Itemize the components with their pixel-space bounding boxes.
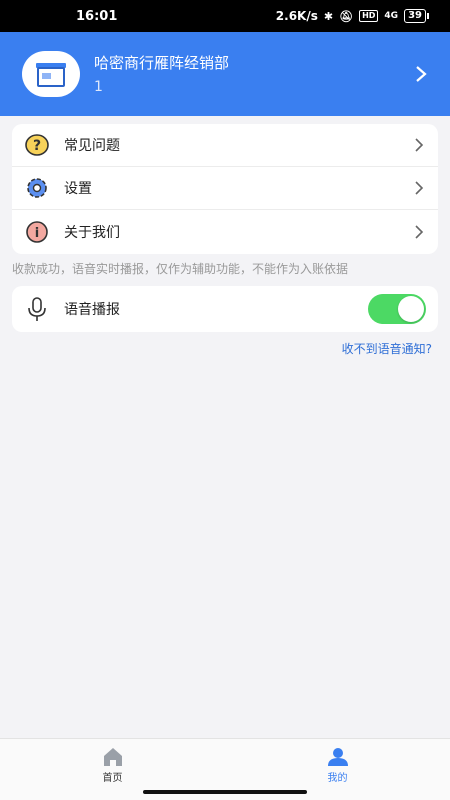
voice-broadcast-label: 语音播报 [64, 302, 120, 318]
profile-header[interactable]: 哈密商行雁阵经销部 1 [0, 32, 450, 116]
info-icon: i [24, 219, 50, 245]
voice-broadcast-card: 语音播报 [12, 286, 438, 332]
menu-item-settings[interactable]: 设置 [12, 167, 438, 210]
store-icon [36, 63, 66, 87]
voice-broadcast-toggle[interactable] [368, 294, 426, 324]
status-bar: 16:01 2.6K/s ✱ 🔕︎ HD 4G 39 [0, 0, 450, 32]
store-name: 哈密商行雁阵经销部 [94, 54, 230, 72]
net-speed: 2.6K/s [275, 9, 318, 23]
user-icon [327, 748, 348, 766]
store-account: 1 [94, 79, 104, 95]
chevron-right-icon[interactable] [414, 65, 428, 83]
svg-text:?: ? [33, 138, 41, 154]
nav-label: 首页 [102, 773, 123, 784]
home-indicator [143, 790, 307, 794]
question-icon: ? [24, 132, 50, 158]
toggle-knob [398, 296, 424, 322]
menu-item-label: 关于我们 [64, 224, 120, 241]
store-avatar [22, 51, 80, 97]
battery-indicator: 39 [404, 9, 429, 23]
signal-indicator: 4G [384, 10, 399, 21]
chevron-right-icon [415, 181, 424, 195]
hd-badge: HD [359, 10, 379, 22]
svg-text:i: i [35, 226, 39, 241]
menu-item-label: 常见问题 [64, 138, 120, 154]
chevron-right-icon [415, 138, 424, 152]
bluetooth-icon: ✱ [323, 9, 334, 23]
gear-icon [24, 175, 50, 201]
voice-help-link[interactable]: 收不到语音通知? [342, 340, 432, 357]
menu-card: ? 常见问题 设置 i 关于我们 [12, 124, 438, 254]
menu-item-about[interactable]: i 关于我们 [12, 210, 438, 253]
nav-label: 我的 [327, 773, 348, 784]
microphone-icon [24, 296, 50, 322]
chevron-right-icon [415, 224, 424, 239]
menu-item-faq[interactable]: ? 常见问题 [12, 124, 438, 167]
menu-item-label: 设置 [64, 181, 92, 197]
home-icon [103, 748, 122, 766]
mute-icon: 🔕︎ [339, 9, 354, 23]
status-indicators: 2.6K/s ✱ 🔕︎ HD 4G 39 [275, 9, 429, 23]
status-time: 16:01 [76, 8, 118, 24]
voice-notice-text: 收款成功，语音实时播报，仅作为辅助功能，不能作为入账依据 [12, 262, 349, 276]
